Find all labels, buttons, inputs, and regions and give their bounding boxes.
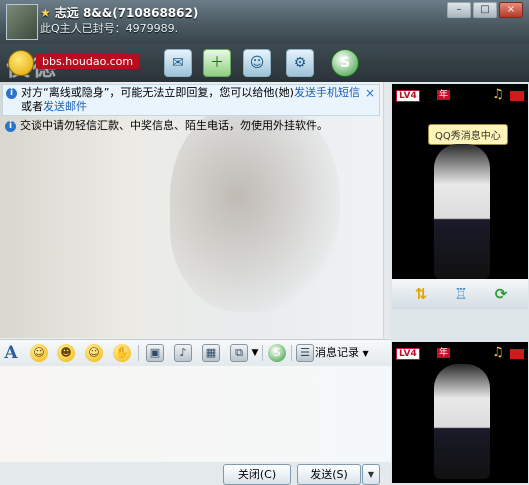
- shake-icon[interactable]: ✋: [113, 344, 131, 362]
- record-icon[interactable]: [510, 91, 524, 101]
- window-controls: – □ ×: [447, 2, 523, 18]
- font-icon[interactable]: A: [2, 344, 20, 362]
- speaker-icon[interactable]: ♫: [492, 346, 504, 360]
- refresh-icon[interactable]: ⟳: [492, 285, 510, 303]
- watermark-url: bbs.houdao.com: [36, 54, 140, 69]
- soso-icon[interactable]: S: [268, 344, 286, 362]
- soso-icon[interactable]: S: [331, 49, 359, 77]
- info-icon: i: [6, 88, 17, 99]
- contact-name: ★ 志远 8&&(710868862): [40, 6, 199, 20]
- level-badge: LV4: [396, 90, 420, 102]
- close-window-button[interactable]: ×: [499, 2, 523, 18]
- qq-show-panel: LV4 年 ♫ QQ秀消息中心 ⇅ ♖ ⟳ LV4 年 ♫: [391, 82, 529, 485]
- user-info-icon[interactable]: ☺: [243, 49, 271, 77]
- format-toolbar: A ☺ ☻ ☺ ✋ ▣ ♪ ▦ ⧉ ▼ S ☰ 消息记录 ▼: [0, 339, 391, 367]
- shirt-icon[interactable]: ♖: [452, 285, 470, 303]
- level-badge: LV4: [396, 348, 420, 360]
- add-contact-icon[interactable]: ＋: [203, 49, 231, 77]
- emoticon-icon[interactable]: ☺: [30, 344, 48, 362]
- send-button[interactable]: 发送(S): [297, 464, 361, 485]
- send-options-dropdown[interactable]: ▼: [362, 464, 380, 485]
- safety-notice: i 交谈中请勿轻信汇款、中奖信息、陌生电话，勿使用外挂软件。: [2, 118, 372, 134]
- toolbar-divider: [262, 345, 263, 361]
- star-icon: ★: [40, 6, 51, 20]
- toolbar-divider: [291, 345, 292, 361]
- my-qq-show[interactable]: LV4 年 ♫: [392, 342, 528, 483]
- contact-avatar[interactable]: [6, 4, 38, 40]
- send-email-link[interactable]: 发送邮件: [43, 100, 87, 113]
- toolbar-divider: [138, 345, 139, 361]
- bottom-bar: 关闭(C) 发送(S) ▼: [0, 462, 391, 485]
- year-badge: 年: [437, 348, 451, 358]
- record-icon[interactable]: [510, 349, 524, 359]
- qq-show-tooltip: QQ秀消息中心: [428, 124, 508, 145]
- close-button[interactable]: 关闭(C): [223, 464, 291, 485]
- offline-notice: i 对方“离线或隐身”，可能无法立即回复，您可以给他(她)发送手机短信或者发送邮…: [2, 84, 380, 116]
- title-bar: ★ 志远 8&&(710868862) 此Q主人已封号：4979989. – □ …: [0, 0, 529, 44]
- speaker-icon[interactable]: ♫: [492, 88, 504, 102]
- send-sms-link[interactable]: 发送手机短信: [294, 86, 360, 99]
- email-icon[interactable]: ✉: [164, 49, 192, 77]
- magic-emoticon-icon[interactable]: ☻: [57, 344, 75, 362]
- avatar-figure: [434, 144, 490, 279]
- qq-logo-icon[interactable]: [8, 50, 34, 76]
- main-toolbar: 侯德 bbs.houdao.com ✉ ＋ ☺ ⚙ S: [0, 44, 529, 82]
- wink-icon[interactable]: ☺: [85, 344, 103, 362]
- chat-history[interactable]: i 对方“离线或隐身”，可能无法立即回复，您可以给他(她)发送手机短信或者发送邮…: [0, 82, 383, 338]
- image-icon[interactable]: ▣: [146, 344, 164, 362]
- history-icon[interactable]: ☰: [296, 344, 314, 362]
- chevron-down-icon: ▼: [362, 349, 369, 358]
- year-badge: 年: [437, 90, 451, 100]
- contact-qq-show[interactable]: LV4 年 ♫ QQ秀消息中心: [392, 84, 528, 279]
- notice-close-icon[interactable]: ×: [365, 86, 375, 100]
- maximize-button[interactable]: □: [473, 2, 497, 18]
- contact-status: 此Q主人已封号：4979989.: [40, 22, 179, 35]
- message-input[interactable]: [0, 366, 391, 462]
- music-icon[interactable]: ♪: [174, 344, 192, 362]
- message-history-button[interactable]: 消息记录 ▼: [315, 344, 369, 363]
- avatar-figure: [434, 364, 490, 479]
- minimize-button[interactable]: –: [447, 2, 471, 18]
- swap-icon[interactable]: ⇅: [412, 285, 430, 303]
- settings-icon[interactable]: ⚙: [286, 49, 314, 77]
- qq-show-toolbar: ⇅ ♖ ⟳: [392, 279, 528, 309]
- gift-icon[interactable]: ▦: [202, 344, 220, 362]
- info-icon: i: [5, 121, 16, 132]
